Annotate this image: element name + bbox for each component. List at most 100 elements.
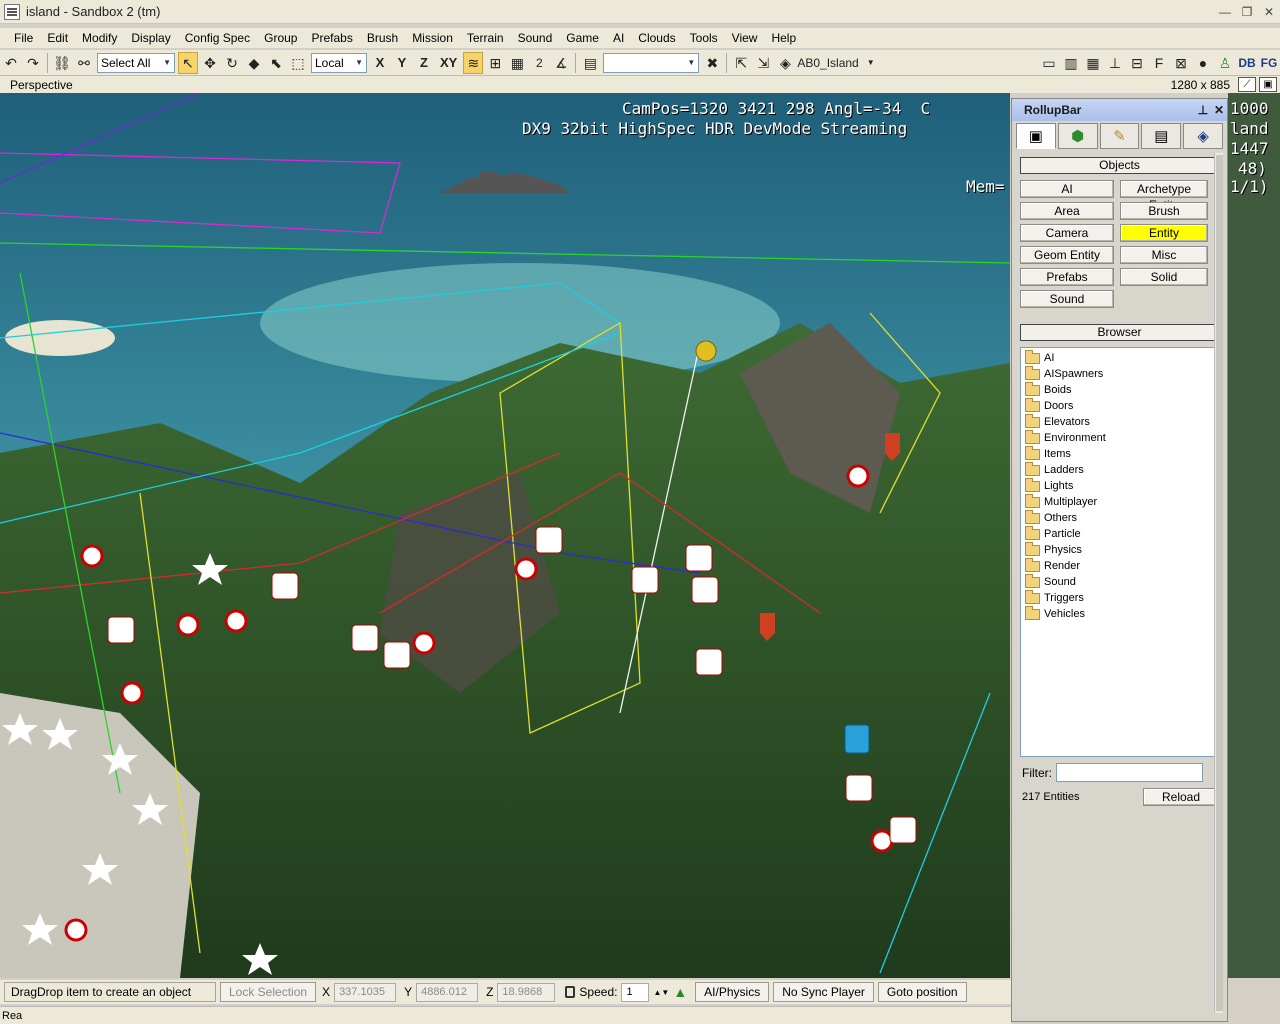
menu-edit[interactable]: Edit <box>40 31 75 45</box>
flowgraph-button[interactable]: FG <box>1259 52 1279 74</box>
tb-right-icon-5[interactable]: ⊟ <box>1127 52 1147 74</box>
speed-input[interactable]: 1 <box>621 982 650 1002</box>
menu-group[interactable]: Group <box>257 31 304 45</box>
undo-icon[interactable]: ↶ <box>1 52 21 74</box>
grid-icon[interactable]: ▦ <box>507 52 527 74</box>
rotate-icon[interactable]: ↻ <box>222 52 242 74</box>
export-icon[interactable]: ⇱ <box>731 52 751 74</box>
lock-selection-button[interactable]: Lock Selection <box>220 982 317 1002</box>
rollup-close-button[interactable]: ✕ <box>1211 103 1227 117</box>
viewport-maximize-icon[interactable]: ▣ <box>1259 77 1277 92</box>
minimize-button[interactable]: — <box>1214 3 1236 21</box>
unlink-icon[interactable]: ⚯ <box>74 52 94 74</box>
object-entity-button[interactable]: Entity <box>1120 224 1208 242</box>
list-item[interactable]: Render <box>1025 557 1218 574</box>
layers-icon[interactable]: ◈ <box>1183 123 1223 149</box>
list-item[interactable]: Triggers <box>1025 589 1218 606</box>
select-arrow-icon[interactable]: ↖ <box>178 51 198 74</box>
close-button[interactable]: ✕ <box>1258 3 1280 21</box>
perspective-viewport[interactable]: CamPos=1320 3421 298 Angl=-34 C DX9 32bi… <box>0 93 1010 978</box>
menu-config-spec[interactable]: Config Spec <box>178 31 257 45</box>
create-icon[interactable]: ▣ <box>1016 123 1056 149</box>
menu-tools[interactable]: Tools <box>683 31 725 45</box>
layer-combo[interactable]: ▼ <box>603 52 700 73</box>
grid-size-value[interactable]: 2 <box>529 52 549 74</box>
maximize-button[interactable]: ❐ <box>1236 3 1258 21</box>
list-item[interactable]: Doors <box>1025 397 1218 414</box>
list-item[interactable]: AISpawners <box>1025 365 1218 382</box>
object-sound-button[interactable]: Sound <box>1020 290 1114 308</box>
tb-right-icon-4[interactable]: ⊥ <box>1105 52 1125 74</box>
no-sync-player-button[interactable]: No Sync Player <box>773 982 874 1002</box>
object-geom-entity-button[interactable]: Geom Entity <box>1020 246 1114 264</box>
object-snap-icon[interactable]: ⊞ <box>485 52 505 74</box>
layer-name[interactable]: AB0_Island <box>797 52 858 74</box>
axis-xy-button[interactable]: XY <box>436 52 461 74</box>
terrain-follow-icon[interactable]: ▲ <box>673 985 687 999</box>
tb-right-icon-7[interactable]: ⊠ <box>1171 52 1191 74</box>
list-item[interactable]: Others <box>1025 509 1218 526</box>
menu-modify[interactable]: Modify <box>75 31 124 45</box>
rollup-title-bar[interactable]: RollupBar ⊥ ✕ <box>1012 99 1227 121</box>
rollup-scrollbar[interactable] <box>1214 153 1223 1013</box>
scrollbar-thumb[interactable] <box>1216 155 1223 1011</box>
menu-display[interactable]: Display <box>124 31 177 45</box>
app-icon[interactable] <box>4 3 20 20</box>
goto-position-button[interactable]: Goto position <box>877 982 967 1002</box>
list-item[interactable]: Elevators <box>1025 413 1218 430</box>
list-item[interactable]: Ladders <box>1025 461 1218 478</box>
globe-icon[interactable]: ● <box>1193 52 1213 74</box>
menu-brush[interactable]: Brush <box>360 31 405 45</box>
menu-view[interactable]: View <box>725 31 765 45</box>
menu-file[interactable]: File <box>0 31 40 45</box>
object-ai-button[interactable]: AI <box>1020 180 1114 198</box>
list-item[interactable]: Sound <box>1025 573 1218 590</box>
object-archetype-entity-button[interactable]: Archetype Entity <box>1120 180 1208 212</box>
terrain-snap-icon[interactable]: ≋ <box>463 51 484 74</box>
browser-section-header[interactable]: Browser <box>1020 324 1219 341</box>
list-item[interactable]: Particle <box>1025 525 1218 542</box>
object-misc-button[interactable]: Misc <box>1120 246 1208 264</box>
notes-icon[interactable]: ▤ <box>580 52 600 74</box>
list-item[interactable]: Physics <box>1025 541 1218 558</box>
menu-sound[interactable]: Sound <box>511 31 560 45</box>
object-prefabs-button[interactable]: Prefabs <box>1020 268 1114 286</box>
tb-right-icon-2[interactable]: ▥ <box>1061 52 1081 74</box>
z-coord-field[interactable]: 18.9868 <box>497 982 556 1002</box>
object-solid-button[interactable]: Solid <box>1120 268 1208 286</box>
pin-icon[interactable]: ⊥ <box>1195 103 1211 117</box>
reload-button[interactable]: Reload <box>1143 788 1219 806</box>
menu-mission[interactable]: Mission <box>405 31 460 45</box>
modify-icon[interactable]: ✎ <box>1099 123 1140 149</box>
list-item[interactable]: Vehicles <box>1025 605 1218 622</box>
axis-y-button[interactable]: Y <box>392 52 412 74</box>
entity-browser-tree[interactable]: AI AISpawners Boids Doors Elevators Envi… <box>1020 347 1219 757</box>
toolbar-overflow-icon[interactable]: ▼ <box>861 52 881 74</box>
select-terrain-icon[interactable]: ⬉ <box>266 52 286 74</box>
ai-physics-button[interactable]: AI/Physics <box>695 982 770 1002</box>
list-item[interactable]: AI <box>1025 349 1218 366</box>
filter-input[interactable] <box>1056 763 1203 782</box>
object-brush-button[interactable]: Brush <box>1120 202 1208 220</box>
speed-spinner-icon[interactable]: ▲▼ <box>653 988 669 997</box>
layers-icon[interactable]: ◈ <box>775 52 795 74</box>
lock-icon[interactable] <box>565 986 576 998</box>
tb-right-icon-3[interactable]: ▦ <box>1083 52 1103 74</box>
menu-help[interactable]: Help <box>764 31 803 45</box>
delete-selection-icon[interactable]: ✖ <box>702 52 722 74</box>
redo-icon[interactable]: ↷ <box>23 52 43 74</box>
menu-game[interactable]: Game <box>559 31 606 45</box>
list-item[interactable]: Multiplayer <box>1025 493 1218 510</box>
list-item[interactable]: Environment <box>1025 429 1218 446</box>
tb-right-icon-1[interactable]: ▭ <box>1039 52 1059 74</box>
scale-icon[interactable]: ◆ <box>244 52 264 74</box>
axis-x-button[interactable]: X <box>370 52 390 74</box>
list-item[interactable]: Lights <box>1025 477 1218 494</box>
select-filter-combo[interactable]: Select All ▼ <box>97 52 175 73</box>
viewport-title[interactable]: Perspective <box>0 78 1171 92</box>
objects-section-header[interactable]: Objects <box>1020 157 1219 174</box>
list-item[interactable]: Items <box>1025 445 1218 462</box>
object-area-button[interactable]: Area <box>1020 202 1114 220</box>
display-icon[interactable]: ▤ <box>1141 123 1182 149</box>
list-item[interactable]: Boids <box>1025 381 1218 398</box>
